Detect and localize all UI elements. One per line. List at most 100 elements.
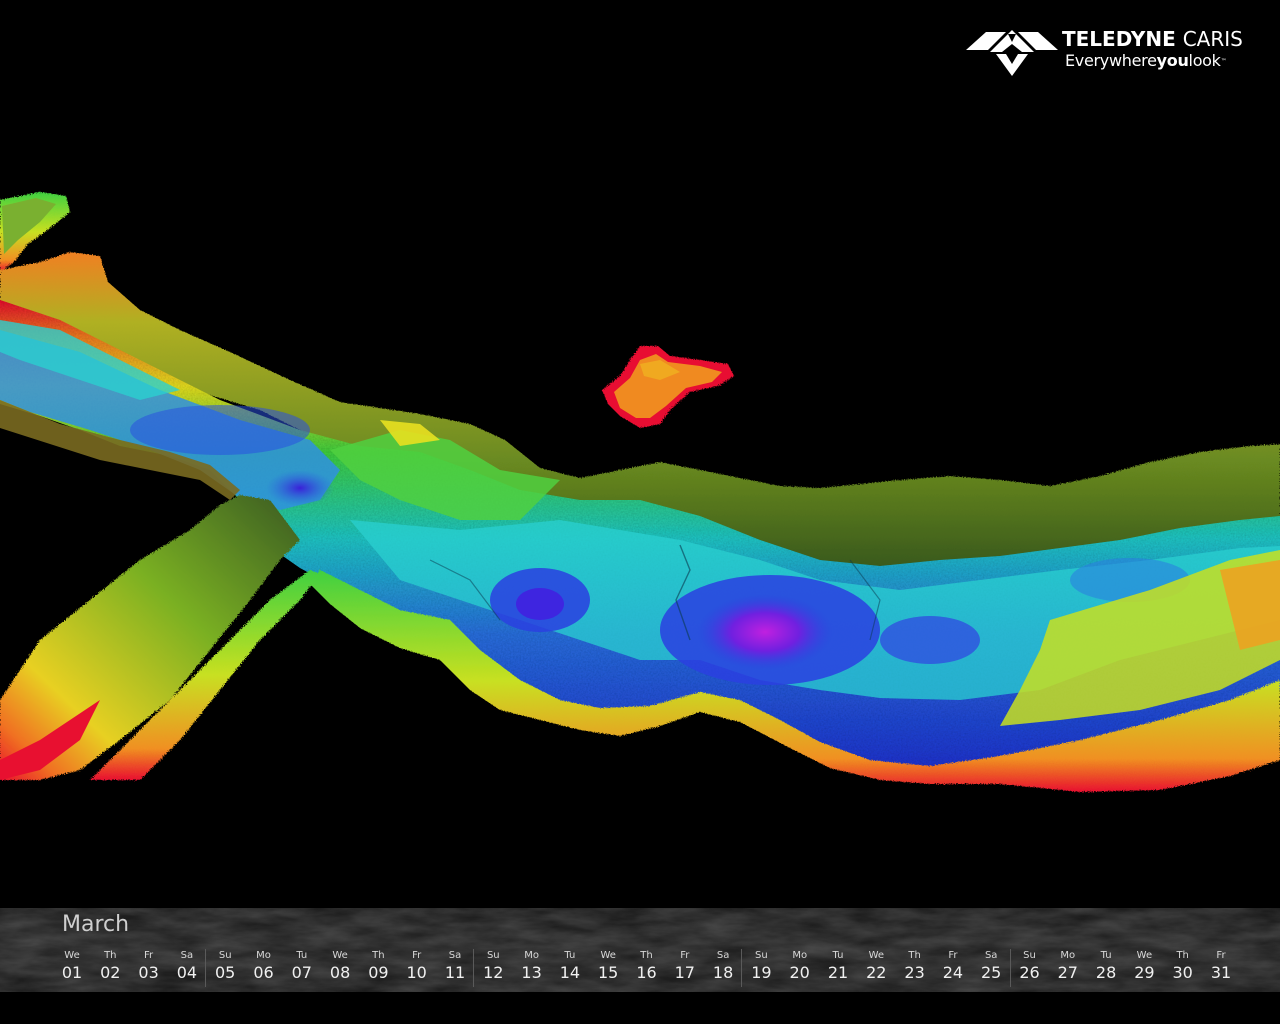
calendar-day: Fr 03	[130, 950, 168, 984]
weekday-label: Sa	[180, 950, 194, 961]
calendar-day: Th 09	[359, 950, 397, 984]
calendar-day: Sa 04	[168, 950, 206, 984]
day-number: 13	[521, 963, 542, 982]
weekday-label: Tu	[832, 950, 844, 961]
weekday-label: Fr	[144, 950, 154, 961]
weekday-label: Th	[908, 950, 921, 961]
calendar-day: Th 16	[628, 950, 666, 984]
week-separator	[473, 949, 475, 987]
day-number: 12	[483, 963, 504, 982]
day-number: 20	[789, 963, 810, 982]
calendar-strip: March We 01 Th 02 Fr 03 Sa 04 Su 05 Mo 06 Tu 07 We 08 Th…	[0, 908, 1280, 992]
calendar-day: Sa 25	[972, 950, 1010, 984]
day-number: 28	[1095, 963, 1117, 982]
company-name-bold: TELEDYNE	[1062, 27, 1176, 51]
day-number: 16	[636, 963, 657, 982]
calendar-day: Su 12	[474, 950, 512, 984]
company-name: TELEDYNE CARIS	[1062, 28, 1243, 50]
day-number: 06	[253, 963, 274, 982]
weekday-label: Fr	[1216, 950, 1226, 961]
day-number: 17	[674, 963, 695, 982]
week-separator	[1009, 949, 1011, 987]
day-number: 24	[942, 963, 964, 982]
weekday-label: Tu	[564, 950, 576, 961]
weekday-label: Fr	[948, 950, 958, 961]
calendar-day: Th 30	[1164, 950, 1202, 984]
weekday-label: Mo	[524, 950, 539, 961]
calendar-day: Sa 18	[704, 950, 742, 984]
day-number: 03	[138, 963, 159, 982]
day-number: 07	[291, 963, 312, 982]
day-number: 26	[1019, 963, 1040, 982]
weekday-label: Th	[640, 950, 653, 961]
calendar-day: Sa 11	[436, 950, 474, 984]
weekday-label: We	[64, 950, 80, 961]
day-number: 19	[751, 963, 772, 982]
weekday-label: Sa	[984, 950, 998, 961]
calendar-day: Fr 17	[666, 950, 704, 984]
weekday-label: Tu	[296, 950, 308, 961]
calendar-day: We 15	[589, 950, 627, 984]
calendar-day: Tu 14	[551, 950, 589, 984]
weekday-label: We	[600, 950, 616, 961]
day-number: 10	[406, 963, 427, 982]
day-number: 05	[215, 963, 236, 982]
day-number: 04	[176, 963, 198, 982]
weekday-label: Fr	[680, 950, 690, 961]
weekday-label: Sa	[448, 950, 462, 961]
week-separator	[741, 949, 743, 987]
weekday-label: Su	[755, 950, 768, 961]
weekday-label: Fr	[412, 950, 422, 961]
calendar-day: We 22	[857, 950, 895, 984]
day-number: 11	[444, 963, 466, 982]
calendar-day: Tu 07	[283, 950, 321, 984]
weekday-label: We	[1136, 950, 1153, 961]
calendar-day: Tu 28	[1087, 950, 1125, 984]
day-number: 01	[61, 963, 83, 982]
weekday-label: Th	[1176, 950, 1189, 961]
calendar-day: Fr 31	[1202, 950, 1240, 984]
calendar-day: Su 26	[1011, 950, 1049, 984]
weekday-label: We	[332, 950, 348, 961]
day-number: 08	[329, 963, 351, 982]
day-number: 15	[598, 963, 619, 982]
teledyne-caris-logo: TELEDYNE CARIS Everywhereyoulook™	[966, 28, 1256, 78]
calendar-day: Mo 13	[513, 950, 551, 984]
calendar-day: We 01	[53, 950, 91, 984]
weekday-label: Mo	[792, 950, 808, 961]
day-number: 18	[712, 963, 734, 982]
week-separator	[205, 949, 207, 987]
calendar-day: Su 19	[742, 950, 780, 984]
day-number: 09	[368, 963, 389, 982]
calendar-day: Th 23	[896, 950, 934, 984]
weekday-label: Su	[1023, 950, 1036, 961]
day-number: 30	[1172, 963, 1193, 982]
weekday-label: Th	[372, 950, 385, 961]
day-number: 27	[1057, 963, 1078, 982]
tagline-part-3: look	[1188, 51, 1221, 70]
day-number: 23	[904, 963, 925, 982]
calendar-day: We 29	[1125, 950, 1163, 984]
weekday-label: Mo	[256, 950, 271, 961]
weekday-label: Sa	[716, 950, 730, 961]
calendar-day: Mo 06	[245, 950, 283, 984]
calendar-day: Fr 10	[398, 950, 436, 984]
calendar-day: Su 05	[206, 950, 244, 984]
calendar-day: Tu 21	[819, 950, 857, 984]
day-number: 22	[866, 963, 887, 982]
wallpaper: TELEDYNE CARIS Everywhereyoulook™ March …	[0, 0, 1280, 1024]
calendar-day: Fr 24	[934, 950, 972, 984]
calendar-day: Th 02	[91, 950, 129, 984]
teledyne-chevron-icon	[966, 30, 1058, 76]
tagline-part-2: you	[1156, 51, 1189, 70]
tagline: Everywhereyoulook™	[1065, 51, 1227, 71]
bathymetry-image	[0, 192, 1280, 792]
month-label: March	[62, 912, 130, 937]
weekday-label: Th	[104, 950, 117, 961]
day-number: 14	[559, 963, 581, 982]
day-number: 25	[981, 963, 1002, 982]
tagline-part-1: Everywhere	[1065, 51, 1157, 70]
day-number: 02	[100, 963, 121, 982]
day-number: 29	[1134, 963, 1155, 982]
day-number: 21	[827, 963, 849, 982]
